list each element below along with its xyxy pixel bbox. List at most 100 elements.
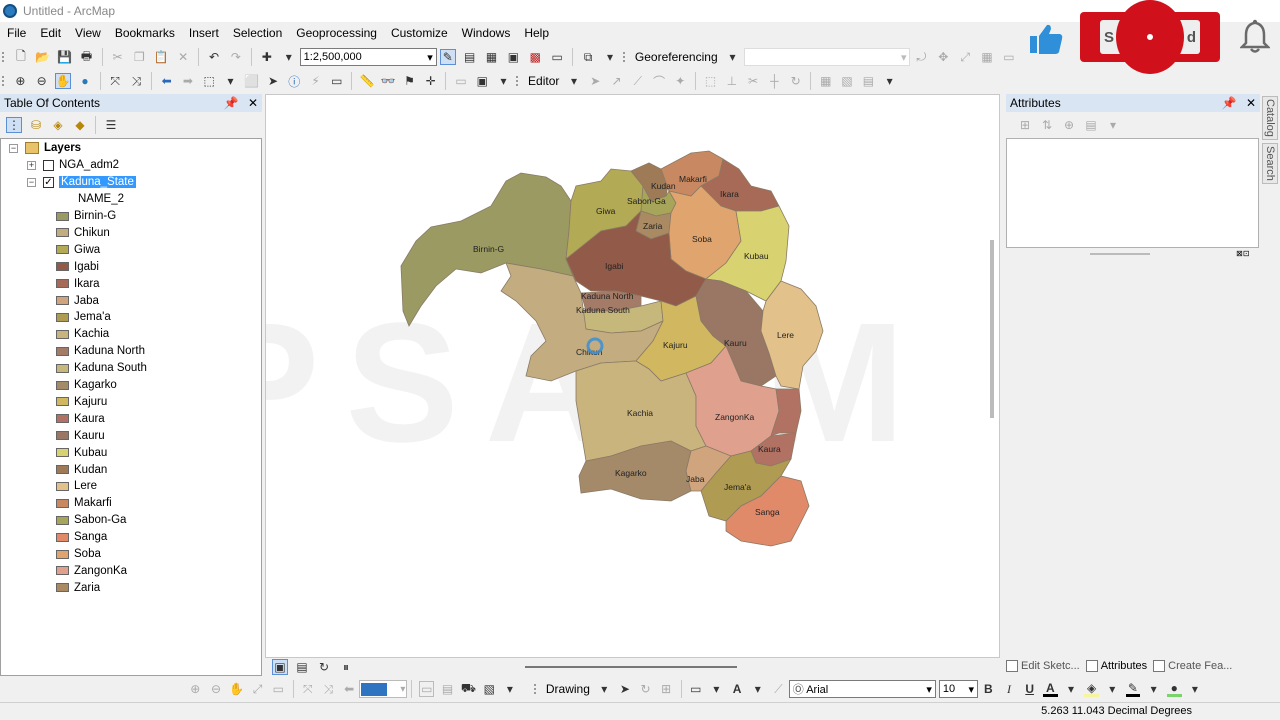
menu-file[interactable]: File: [0, 26, 33, 40]
pin-icon[interactable]: 📌: [1222, 96, 1237, 110]
expand-all-icon[interactable]: ⊞: [1017, 117, 1033, 133]
collapse-icon[interactable]: −: [27, 177, 36, 187]
arctoolbox-icon[interactable]: ▩: [527, 49, 543, 65]
cut-polygons-icon[interactable]: ✂: [745, 73, 760, 89]
shift-icon[interactable]: ✥: [935, 49, 951, 65]
copy-icon[interactable]: ❐: [131, 49, 147, 65]
rectangle-icon[interactable]: ▭: [688, 681, 703, 697]
map-scrollbar[interactable]: [990, 240, 994, 418]
thumbs-up-icon[interactable]: [1028, 22, 1064, 56]
refresh-icon[interactable]: ↻: [316, 659, 332, 675]
legend-swatch[interactable]: [56, 363, 69, 373]
add-data-icon[interactable]: ✚: [259, 49, 275, 65]
forward-arrow-icon[interactable]: ➡: [180, 73, 195, 89]
legend-swatch[interactable]: [56, 583, 69, 593]
legend-item[interactable]: Lere: [56, 478, 97, 494]
toolbar-grip[interactable]: [516, 76, 522, 86]
chevron-down-icon[interactable]: ▾: [400, 684, 405, 695]
legend-item[interactable]: Kajuru: [56, 394, 107, 410]
reshape-icon[interactable]: ⊥: [724, 73, 739, 89]
chevron-down-icon[interactable]: ▾: [1105, 117, 1121, 133]
toolbar-grip[interactable]: [534, 684, 540, 694]
list-by-selection-icon[interactable]: ◆: [72, 117, 88, 133]
zoom-in-page-icon[interactable]: ⊕: [188, 681, 203, 697]
tab-edit-sketch[interactable]: Edit Sketc...: [1006, 660, 1080, 672]
rotate-icon[interactable]: ⤾: [913, 49, 929, 65]
attributes-splitter[interactable]: [1090, 253, 1150, 255]
layer-row-kaduna-state[interactable]: − ✓ Kaduna_State: [27, 174, 136, 190]
save-icon[interactable]: 💾: [57, 49, 73, 65]
pan-page-icon[interactable]: ✋: [229, 681, 244, 697]
time-slider-icon[interactable]: ▭: [453, 73, 468, 89]
cut-icon[interactable]: ✂: [110, 49, 126, 65]
marker-color-icon[interactable]: ●: [1166, 681, 1182, 697]
redo-icon[interactable]: ↷: [228, 49, 244, 65]
legend-item[interactable]: Kaduna North: [56, 343, 145, 359]
attributes-view-toggle-icon[interactable]: ⊠⊡: [1236, 249, 1258, 260]
menu-view[interactable]: View: [68, 26, 108, 40]
rotate-feature-icon[interactable]: ↻: [788, 73, 803, 89]
italic-button[interactable]: I: [1002, 681, 1017, 697]
create-viewer-window-icon[interactable]: ▣: [475, 73, 490, 89]
collapse-icon[interactable]: −: [9, 143, 18, 153]
map-scale-combobox[interactable]: 1:2,500,000 ▾: [299, 48, 437, 66]
list-by-visibility-icon[interactable]: ◈: [50, 117, 66, 133]
chevron-down-icon[interactable]: ▾: [1064, 681, 1079, 697]
font-combobox[interactable]: Ⓞ Arial ▾: [788, 680, 936, 698]
legend-item[interactable]: Kaura: [56, 411, 105, 427]
list-by-drawing-order-icon[interactable]: ⋮: [6, 117, 22, 133]
drawing-menu[interactable]: Drawing: [542, 682, 594, 696]
legend-item[interactable]: Chikun: [56, 225, 110, 241]
layer-row-nga-adm2[interactable]: + NGA_adm2: [27, 157, 119, 173]
legend-swatch[interactable]: [56, 431, 69, 441]
measure-icon[interactable]: 📏: [359, 73, 375, 89]
delete-icon[interactable]: ✕: [175, 49, 191, 65]
legend-swatch[interactable]: [56, 515, 69, 525]
legend-item[interactable]: Birnin-G: [56, 208, 116, 224]
chevron-down-icon[interactable]: ▾: [1188, 681, 1203, 697]
menu-geoprocessing[interactable]: Geoprocessing: [289, 26, 384, 40]
layer-name[interactable]: Kaduna_State: [59, 176, 136, 188]
data-view-icon[interactable]: ▣: [272, 659, 288, 675]
notification-bell-icon[interactable]: [1240, 18, 1270, 54]
identify-icon[interactable]: ⓘ: [287, 73, 302, 89]
python-window-icon[interactable]: ▭: [549, 49, 565, 65]
legend-swatch[interactable]: [56, 397, 69, 407]
legend-swatch[interactable]: [56, 245, 69, 255]
legend-item[interactable]: Ikara: [56, 276, 100, 292]
trace-icon[interactable]: ✦: [673, 73, 688, 89]
straight-segment-icon[interactable]: ⟋: [630, 73, 645, 89]
close-icon[interactable]: ✕: [1246, 96, 1256, 110]
zoom-to-icon[interactable]: ⊕: [1061, 117, 1077, 133]
legend-item[interactable]: Igabi: [56, 259, 99, 275]
legend-swatch[interactable]: [56, 329, 69, 339]
layout-view-icon[interactable]: ▤: [294, 659, 310, 675]
change-layout-icon[interactable]: ⛟: [461, 681, 476, 697]
editor-toolbar-icon[interactable]: ✎: [439, 49, 456, 65]
menu-windows[interactable]: Windows: [455, 26, 518, 40]
georeference-layer-combobox[interactable]: ▾: [743, 48, 911, 66]
print-icon[interactable]: 🖶: [79, 49, 95, 65]
horizontal-scrollbar[interactable]: [525, 666, 737, 668]
legend-swatch[interactable]: [56, 279, 69, 289]
legend-swatch[interactable]: [56, 262, 69, 272]
chevron-down-icon[interactable]: ▾: [1105, 681, 1120, 697]
kaduna-state-map[interactable]: Birnin-G Giwa Kudan Makarfi Ikara Sabon-…: [266, 95, 1000, 658]
sketch-properties-icon[interactable]: ▧: [839, 73, 854, 89]
attributes-feature-list[interactable]: [1006, 138, 1259, 248]
toolbar-grip[interactable]: [2, 52, 8, 62]
zoom-in-icon[interactable]: ⊕: [13, 73, 28, 89]
new-document-icon[interactable]: 🗋: [13, 49, 29, 65]
legend-swatch[interactable]: [56, 312, 69, 322]
legend-swatch[interactable]: [56, 481, 69, 491]
georeferencing-menu[interactable]: Georeferencing: [631, 50, 722, 64]
zoom-out-page-icon[interactable]: ⊖: [209, 681, 224, 697]
legend-item[interactable]: Kagarko: [56, 377, 117, 393]
chevron-down-icon[interactable]: ▾: [496, 73, 511, 89]
find-binoculars-icon[interactable]: 👓: [381, 73, 396, 89]
legend-item[interactable]: Kudan: [56, 462, 107, 478]
chevron-down-icon[interactable]: ▾: [750, 681, 765, 697]
layer-visibility-checkbox[interactable]: ✓: [43, 176, 54, 188]
zoom-out-icon[interactable]: ⊖: [34, 73, 49, 89]
tab-create-features[interactable]: Create Fea...: [1153, 660, 1232, 672]
